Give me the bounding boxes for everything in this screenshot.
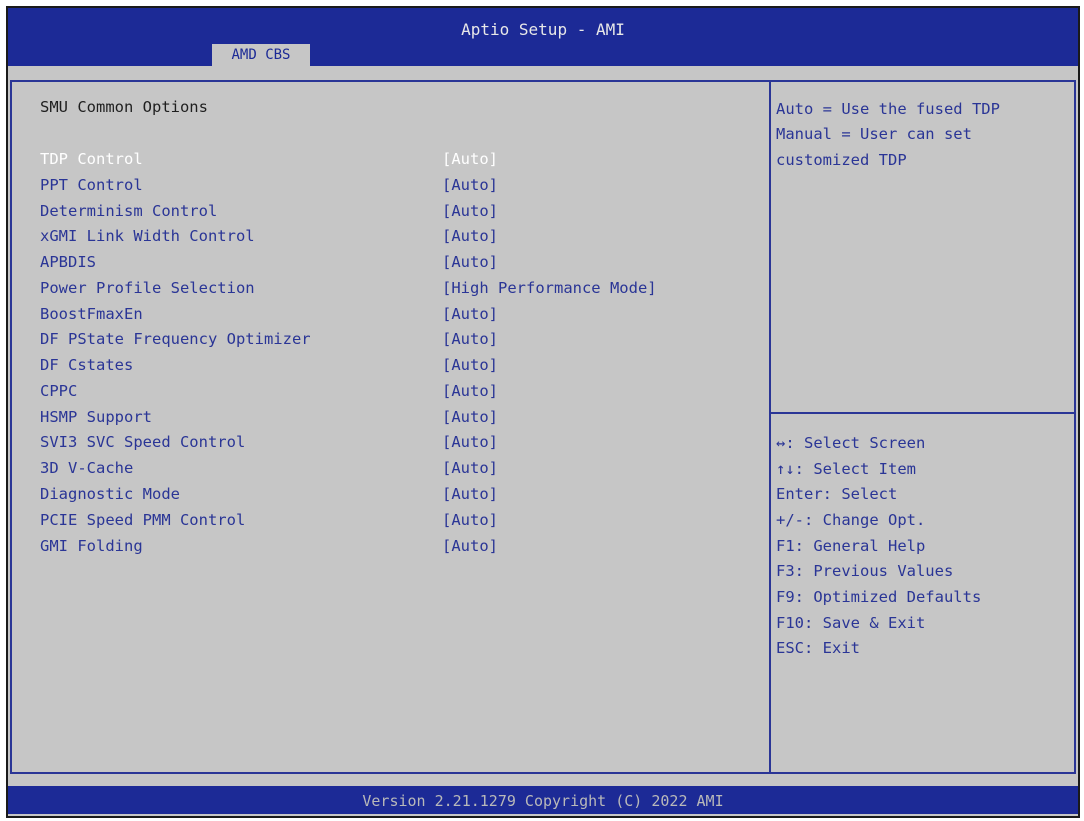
menu-item-value[interactable]: [Auto] [442, 150, 498, 168]
menu-item-value[interactable]: [Auto] [442, 202, 498, 220]
menu-item-label: DF Cstates [40, 356, 134, 374]
menu-item-label: GMI Folding [40, 537, 143, 555]
help-divider [771, 412, 1074, 414]
menu-item-value[interactable]: [High Performance Mode] [442, 279, 657, 297]
menu-item-boostfmaxen[interactable]: BoostFmaxEn [Auto] [12, 305, 769, 329]
menu-item-value[interactable]: [Auto] [442, 176, 498, 194]
menu-item-label: PCIE Speed PMM Control [40, 511, 246, 529]
help-line: Auto = Use the fused TDP [776, 100, 1000, 118]
app-title: Aptio Setup - AMI [461, 20, 625, 39]
menu-item-diagnostic-mode[interactable]: Diagnostic Mode [Auto] [12, 485, 769, 509]
menu-item-df-pstate-frequency-optimizer[interactable]: DF PState Frequency Optimizer [Auto] [12, 330, 769, 354]
key-hint-esc: ESC: Exit [776, 639, 860, 657]
menu-item-value[interactable]: [Auto] [442, 382, 498, 400]
menu-item-value[interactable]: [Auto] [442, 356, 498, 374]
bios-screen: Aptio Setup - AMI AMD CBS SMU Common Opt… [6, 6, 1080, 818]
menu-item-value[interactable]: [Auto] [442, 253, 498, 271]
key-hint-f10: F10: Save & Exit [776, 614, 926, 632]
menu-item-value[interactable]: [Auto] [442, 227, 498, 245]
help-line: customized TDP [776, 151, 907, 169]
menu-item-value[interactable]: [Auto] [442, 433, 498, 451]
key-hint-enter: Enter: Select [776, 485, 898, 503]
menu-item-label: HSMP Support [40, 408, 152, 426]
menu-item-hsmp-support[interactable]: HSMP Support [Auto] [12, 408, 769, 432]
key-hint-f9: F9: Optimized Defaults [776, 588, 982, 606]
title-bar: Aptio Setup - AMI AMD CBS [8, 8, 1078, 66]
menu-item-3d-v-cache[interactable]: 3D V-Cache [Auto] [12, 459, 769, 483]
menu-item-value[interactable]: [Auto] [442, 330, 498, 348]
menu-item-determinism-control[interactable]: Determinism Control [Auto] [12, 202, 769, 226]
menu-item-value[interactable]: [Auto] [442, 305, 498, 323]
menu-item-tdp-control[interactable]: TDP Control [Auto] [12, 150, 769, 174]
menu-item-label: DF PState Frequency Optimizer [40, 330, 311, 348]
menu-item-label: SVI3 SVC Speed Control [40, 433, 246, 451]
menu-item-pcie-speed-pmm-control[interactable]: PCIE Speed PMM Control [Auto] [12, 511, 769, 535]
key-hint-f3: F3: Previous Values [776, 562, 954, 580]
footer-bar: Version 2.21.1279 Copyright (C) 2022 AMI [8, 786, 1078, 814]
menu-item-gmi-folding[interactable]: GMI Folding [Auto] [12, 537, 769, 561]
menu-item-label: APBDIS [40, 253, 96, 271]
tab-amd-cbs[interactable]: AMD CBS [212, 44, 310, 66]
key-hint-change-opt: +/-: Change Opt. [776, 511, 926, 529]
menu-item-label: BoostFmaxEn [40, 305, 143, 323]
menu-item-label: Power Profile Selection [40, 279, 255, 297]
menu-item-label: PPT Control [40, 176, 143, 194]
menu-item-cppc[interactable]: CPPC [Auto] [12, 382, 769, 406]
menu-item-label: Determinism Control [40, 202, 218, 220]
menu-item-label: xGMI Link Width Control [40, 227, 255, 245]
key-hint-select-screen: ↔: Select Screen [776, 434, 926, 452]
key-hint-f1: F1: General Help [776, 537, 926, 555]
menu-item-label: TDP Control [40, 150, 143, 168]
menu-item-xgmi-link-width-control[interactable]: xGMI Link Width Control [Auto] [12, 227, 769, 251]
menu-item-value[interactable]: [Auto] [442, 485, 498, 503]
version-text: Version 2.21.1279 Copyright (C) 2022 AMI [362, 792, 724, 810]
menu-item-svi3-svc-speed-control[interactable]: SVI3 SVC Speed Control [Auto] [12, 433, 769, 457]
menu-item-power-profile-selection[interactable]: Power Profile Selection [High Performanc… [12, 279, 769, 303]
key-hint-select-item: ↑↓: Select Item [776, 460, 916, 478]
main-frame: SMU Common Options TDP Control [Auto] PP… [10, 80, 1076, 774]
menu-item-value[interactable]: [Auto] [442, 408, 498, 426]
menu-item-label: CPPC [40, 382, 78, 400]
menu-item-ppt-control[interactable]: PPT Control [Auto] [12, 176, 769, 200]
menu-item-label: Diagnostic Mode [40, 485, 180, 503]
menu-item-label: 3D V-Cache [40, 459, 134, 477]
section-title: SMU Common Options [40, 98, 208, 116]
menu-item-apbdis[interactable]: APBDIS [Auto] [12, 253, 769, 277]
menu-item-value[interactable]: [Auto] [442, 537, 498, 555]
menu-item-df-cstates[interactable]: DF Cstates [Auto] [12, 356, 769, 380]
menu-item-value[interactable]: [Auto] [442, 511, 498, 529]
settings-pane: SMU Common Options TDP Control [Auto] PP… [12, 82, 769, 772]
help-line: Manual = User can set [776, 125, 972, 143]
help-pane: Auto = Use the fused TDP Manual = User c… [771, 82, 1074, 772]
menu-item-value[interactable]: [Auto] [442, 459, 498, 477]
